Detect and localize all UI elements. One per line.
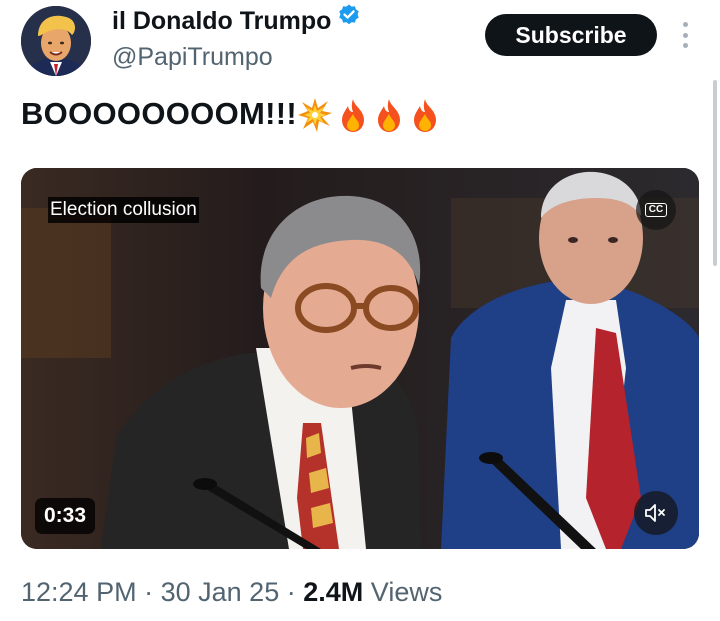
meta-separator: · bbox=[286, 577, 296, 607]
scrollbar[interactable] bbox=[713, 80, 717, 266]
avatar-portrait bbox=[21, 6, 91, 76]
fire-emoji-icon bbox=[377, 98, 400, 132]
video-frame bbox=[21, 168, 699, 549]
tweet-text-content: BOOOOOOOOM!!! bbox=[21, 96, 297, 131]
tweet-meta: 12:24 PM · 30 Jan 25 · 2.4M Views bbox=[21, 574, 442, 610]
views-label[interactable]: Views bbox=[371, 577, 443, 607]
emoji-row bbox=[297, 93, 445, 133]
mute-button[interactable] bbox=[634, 491, 678, 535]
fire-emoji-icon bbox=[413, 98, 436, 132]
tweet-text: BOOOOOOOOM!!! bbox=[21, 94, 445, 136]
video-caption: Election collusion bbox=[48, 197, 199, 223]
verified-badge-icon[interactable] bbox=[337, 2, 361, 36]
cc-icon: CC bbox=[644, 203, 668, 217]
collision-emoji-icon bbox=[297, 97, 332, 132]
meta-separator: · bbox=[144, 577, 154, 607]
video-duration: 0:33 bbox=[35, 498, 96, 534]
tweet-time[interactable]: 12:24 PM bbox=[21, 577, 137, 607]
video-player[interactable]: Election collusion CC 0:33 bbox=[21, 168, 699, 549]
speaker-muted-icon bbox=[645, 504, 665, 522]
author-handle[interactable]: @PapiTrumpo bbox=[112, 42, 273, 72]
subscribe-button[interactable]: Subscribe bbox=[485, 14, 657, 56]
fire-emoji-icon bbox=[341, 98, 364, 132]
avatar[interactable] bbox=[21, 6, 91, 76]
author-name-row[interactable]: il Donaldo Trumpo bbox=[112, 4, 361, 39]
views-count[interactable]: 2.4M bbox=[303, 577, 363, 607]
author-display-name[interactable]: il Donaldo Trumpo bbox=[112, 7, 331, 35]
more-options-icon[interactable] bbox=[674, 22, 696, 48]
closed-captions-button[interactable]: CC bbox=[636, 190, 676, 230]
tweet-date[interactable]: 30 Jan 25 bbox=[161, 577, 280, 607]
